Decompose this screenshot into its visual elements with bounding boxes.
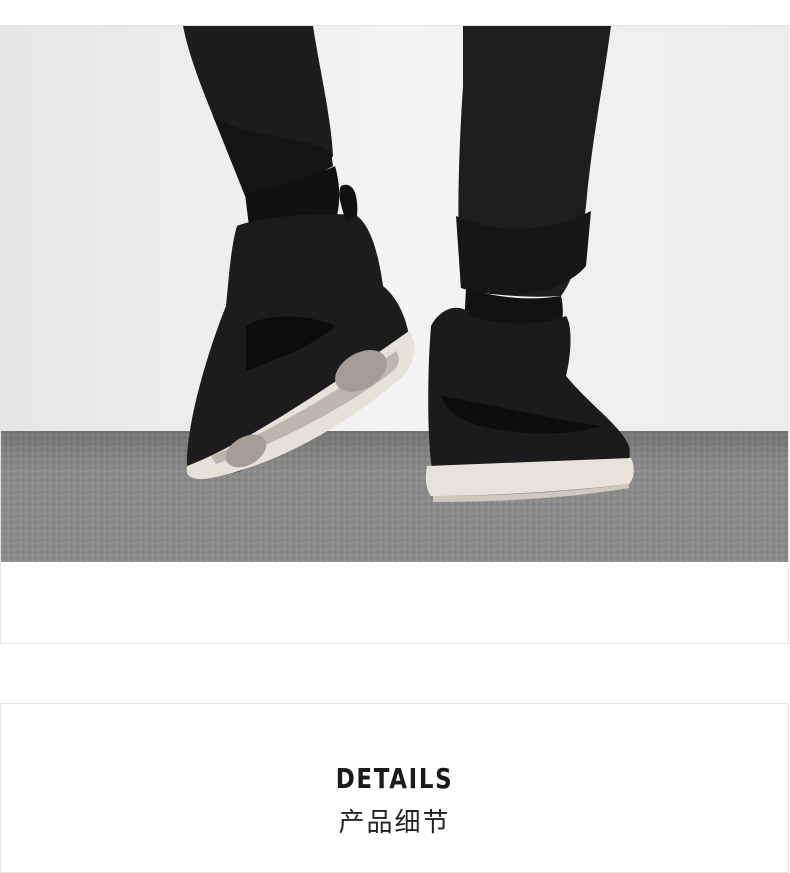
details-subtitle: 产品细节	[338, 808, 451, 838]
details-title: DETAILS	[335, 762, 454, 795]
product-photo-card	[0, 25, 789, 644]
details-section: DETAILS 产品细节	[0, 703, 789, 873]
product-photo	[1, 26, 788, 562]
